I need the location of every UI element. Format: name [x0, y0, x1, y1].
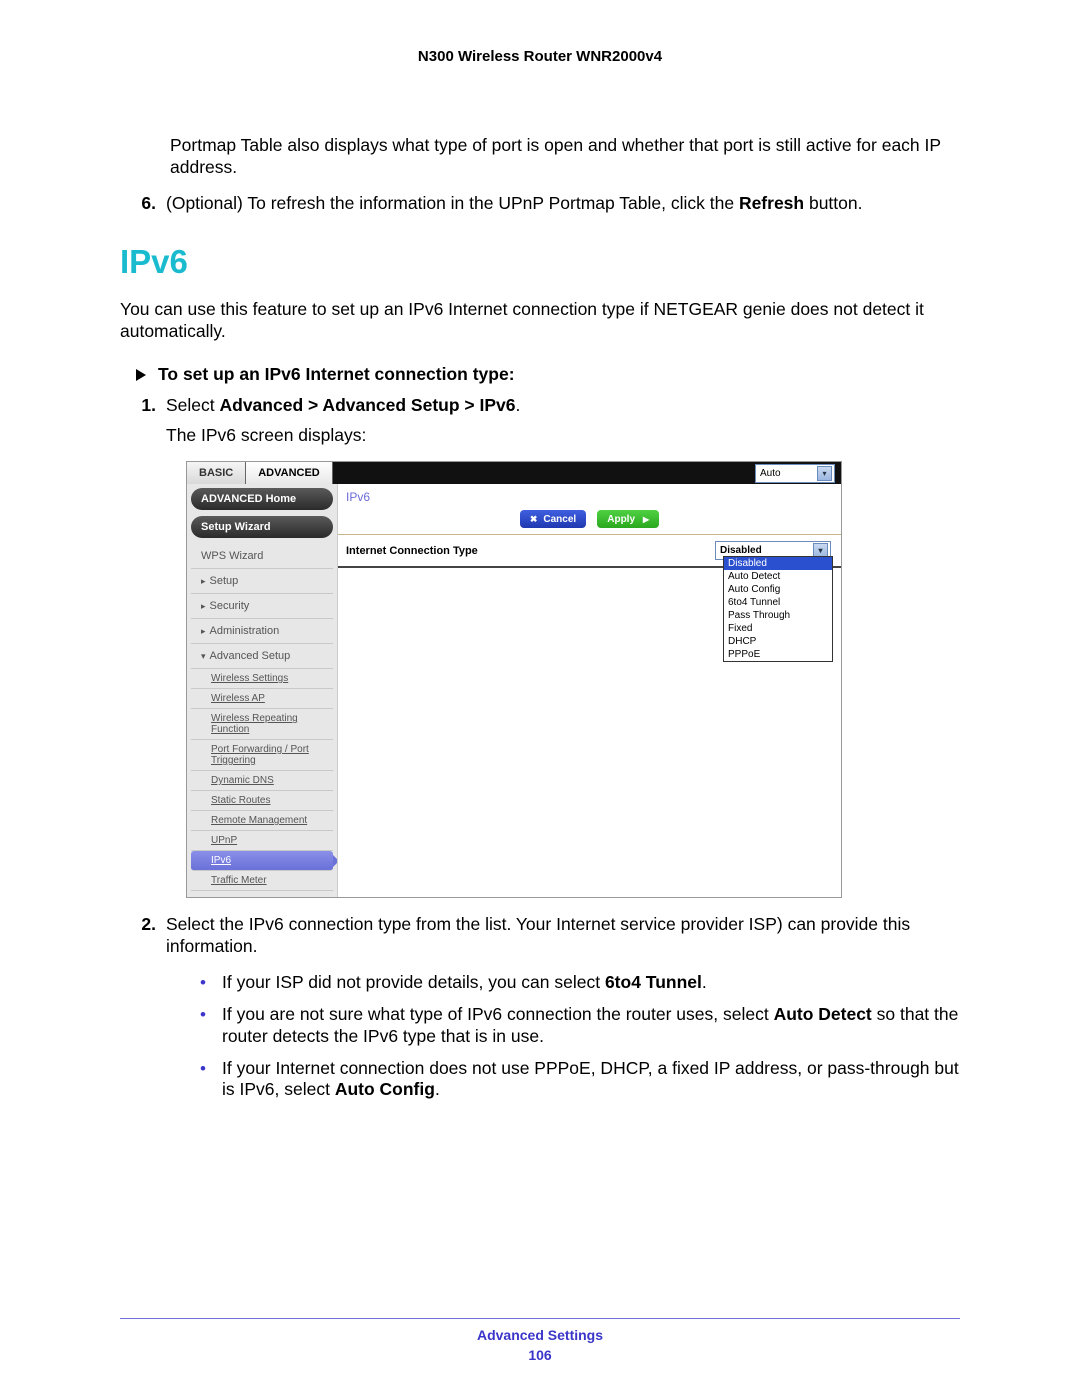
bullet-text: If your ISP did not provide details, you… [222, 972, 960, 994]
bullet-text: If your Internet connection does not use… [222, 1058, 960, 1102]
bullet-item: •If your ISP did not provide details, yo… [200, 972, 960, 994]
sidebar-subitem[interactable]: Remote Management [191, 811, 333, 831]
dropdown-option[interactable]: Pass Through [724, 609, 832, 622]
tab-basic[interactable]: BASIC [187, 462, 246, 484]
document-title: N300 Wireless Router WNR2000v4 [120, 48, 960, 65]
step-2-text: Select the IPv6 connection type from the… [166, 914, 960, 958]
footer-page-number: 106 [0, 1347, 1080, 1363]
connection-type-dropdown[interactable]: DisabledAuto DetectAuto Config6to4 Tunne… [723, 556, 833, 662]
sidebar-security[interactable]: Security [191, 594, 333, 619]
cancel-button[interactable]: Cancel [520, 510, 586, 528]
step-6-suffix: button. [804, 193, 862, 213]
step-1-suffix: . [516, 395, 521, 415]
footer-section: Advanced Settings [0, 1327, 1080, 1343]
procedure-heading: To set up an IPv6 Internet connection ty… [136, 364, 960, 385]
step-1-prefix: Select [166, 395, 220, 415]
sidebar-subitem[interactable]: Wireless AP [191, 689, 333, 709]
panel-title: IPv6 [338, 484, 841, 506]
sidebar-subitem[interactable]: Wireless Settings [191, 669, 333, 689]
triangle-icon [136, 369, 146, 381]
tab-advanced[interactable]: ADVANCED [246, 462, 333, 484]
sidebar-home[interactable]: ADVANCED Home [191, 488, 333, 510]
main-panel: IPv6 Cancel Apply Internet Connection Ty… [337, 484, 841, 897]
sidebar-subitem[interactable]: Port Forwarding / Port Triggering [191, 740, 333, 771]
bullet-icon: • [200, 1004, 222, 1048]
sidebar-advanced-setup[interactable]: Advanced Setup [191, 644, 333, 669]
language-select[interactable]: Auto ▾ [755, 464, 835, 483]
bullet-icon: • [200, 972, 222, 994]
step-1-number: 1. [120, 395, 166, 447]
apply-button[interactable]: Apply [597, 510, 659, 528]
sidebar-wps-wizard[interactable]: WPS Wizard [191, 544, 333, 569]
step-6-bold: Refresh [739, 193, 804, 213]
dropdown-option[interactable]: Disabled [724, 557, 832, 570]
step-6-number: 6. [120, 193, 166, 215]
step-6: 6. (Optional) To refresh the information… [120, 193, 960, 215]
chevron-down-icon: ▾ [817, 466, 832, 481]
bullet-item: •If you are not sure what type of IPv6 c… [200, 1004, 960, 1048]
connection-type-label: Internet Connection Type [346, 545, 478, 557]
sidebar-setup-wizard[interactable]: Setup Wizard [191, 516, 333, 538]
procedure-heading-text: To set up an IPv6 Internet connection ty… [158, 364, 515, 385]
sidebar-subitem[interactable]: UPnP [191, 831, 333, 851]
ipv6-intro: You can use this feature to set up an IP… [120, 299, 960, 343]
step-1: 1. Select Advanced > Advanced Setup > IP… [120, 395, 960, 447]
sidebar-administration[interactable]: Administration [191, 619, 333, 644]
dropdown-option[interactable]: Auto Config [724, 583, 832, 596]
bullet-text: If you are not sure what type of IPv6 co… [222, 1004, 960, 1048]
sidebar-subitem[interactable]: IPv6 [191, 851, 333, 871]
ipv6-heading: IPv6 [120, 243, 960, 281]
sidebar-setup[interactable]: Setup [191, 569, 333, 594]
dropdown-option[interactable]: DHCP [724, 635, 832, 648]
step-2: 2. Select the IPv6 connection type from … [120, 914, 960, 958]
dropdown-option[interactable]: 6to4 Tunnel [724, 596, 832, 609]
step-2-number: 2. [120, 914, 166, 958]
language-select-value: Auto [760, 468, 781, 479]
bullet-item: •If your Internet connection does not us… [200, 1058, 960, 1102]
sidebar: ADVANCED Home Setup Wizard WPS Wizard Se… [187, 484, 337, 897]
sidebar-subitem[interactable]: Wireless Repeating Function [191, 709, 333, 740]
step-6-prefix: (Optional) To refresh the information in… [166, 193, 739, 213]
bullet-icon: • [200, 1058, 222, 1102]
sidebar-subitem[interactable]: Dynamic DNS [191, 771, 333, 791]
ipv6-screenshot: BASIC ADVANCED Auto ▾ ADVANCED Home Setu… [186, 461, 842, 898]
sidebar-subitem[interactable]: Static Routes [191, 791, 333, 811]
step-1-followup: The IPv6 screen displays: [166, 425, 366, 445]
dropdown-option[interactable]: Fixed [724, 622, 832, 635]
step-1-bold: Advanced > Advanced Setup > IPv6 [220, 395, 516, 415]
sidebar-subitem[interactable]: Traffic Meter [191, 871, 333, 891]
portmap-paragraph: Portmap Table also displays what type of… [170, 135, 960, 179]
dropdown-option[interactable]: PPPoE [724, 648, 832, 661]
connection-type-value: Disabled [720, 545, 762, 556]
footer-rule [120, 1318, 960, 1319]
dropdown-option[interactable]: Auto Detect [724, 570, 832, 583]
